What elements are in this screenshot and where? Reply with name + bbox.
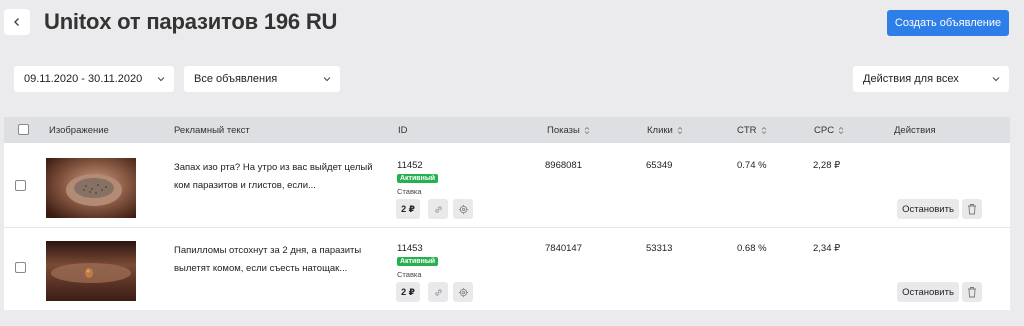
bulk-actions-select[interactable]: Действия для всех xyxy=(853,66,1009,92)
row-checkbox[interactable] xyxy=(15,262,26,273)
bid-label: Ставка xyxy=(397,187,422,196)
clicks-value: 65349 xyxy=(646,160,673,171)
page-title: Unitox от паразитов 196 RU xyxy=(44,9,338,34)
chevron-down-icon xyxy=(992,77,1000,82)
bid-value[interactable]: 2 ₽ xyxy=(396,282,420,302)
link-button[interactable] xyxy=(428,199,448,219)
ctr-value: 0.74 % xyxy=(737,160,767,171)
row-checkbox[interactable] xyxy=(15,180,26,191)
column-ctr-sort[interactable]: CTR xyxy=(737,125,767,136)
delete-button[interactable] xyxy=(962,199,982,219)
ctr-value: 0.68 % xyxy=(737,243,767,254)
chevron-down-icon xyxy=(157,77,165,82)
trash-icon xyxy=(968,287,976,298)
date-range-select[interactable]: 09.11.2020 - 30.11.2020 xyxy=(14,66,174,92)
column-impressions-sort[interactable]: Показы xyxy=(547,125,590,136)
ad-thumbnail xyxy=(46,241,136,301)
column-impressions-label: Показы xyxy=(547,125,580,136)
ads-filter-value: Все объявления xyxy=(194,73,278,85)
column-ad-text: Рекламный текст xyxy=(174,125,250,136)
date-range-value: 09.11.2020 - 30.11.2020 xyxy=(24,73,143,85)
ads-table: Изображение Рекламный текст ID Показы Кл… xyxy=(4,117,1010,310)
bid-label: Ставка xyxy=(397,270,422,279)
settings-button[interactable] xyxy=(453,199,473,219)
impressions-value: 7840147 xyxy=(545,243,582,254)
gear-icon xyxy=(458,287,468,297)
settings-button[interactable] xyxy=(453,282,473,302)
stop-button[interactable]: Остановить xyxy=(897,199,959,219)
column-cpc-label: CPC xyxy=(814,125,835,136)
back-button[interactable] xyxy=(4,9,30,35)
trash-icon xyxy=(968,204,976,215)
sort-icon xyxy=(584,126,590,135)
status-badge: Активный xyxy=(397,174,439,183)
bulk-actions-value: Действия для всех xyxy=(863,73,959,85)
sort-icon xyxy=(677,126,683,135)
sort-icon xyxy=(838,126,844,135)
chevron-left-icon xyxy=(14,18,19,26)
status-badge: Активный xyxy=(397,257,439,266)
delete-button[interactable] xyxy=(962,282,982,302)
column-cpc-sort[interactable]: CPC xyxy=(814,125,844,136)
chevron-down-icon xyxy=(323,77,331,82)
stop-button[interactable]: Остановить xyxy=(897,282,959,302)
create-ad-button[interactable]: Создать объявление xyxy=(887,10,1009,36)
cpc-value: 2,34 ₽ xyxy=(813,243,841,254)
ad-text: Папилломы отсохнут за 2 дня, а паразиты … xyxy=(174,245,362,274)
column-clicks-sort[interactable]: Клики xyxy=(647,125,683,136)
ad-id: 11452 xyxy=(397,160,423,171)
gear-icon xyxy=(458,204,468,214)
impressions-value: 8968081 xyxy=(545,160,582,171)
column-id: ID xyxy=(398,125,408,136)
column-ctr-label: CTR xyxy=(737,125,757,136)
ads-filter-select[interactable]: Все объявления xyxy=(184,66,340,92)
ad-image xyxy=(46,241,136,301)
table-header: Изображение Рекламный текст ID Показы Кл… xyxy=(4,117,1010,143)
bid-value[interactable]: 2 ₽ xyxy=(396,199,420,219)
clicks-value: 53313 xyxy=(646,243,673,254)
column-actions: Действия xyxy=(894,125,936,136)
table-row: Папилломы отсохнут за 2 дня, а паразиты … xyxy=(4,228,1010,310)
ad-text: Запах изо рта? На утро из вас выйдет цел… xyxy=(174,162,373,191)
column-clicks-label: Клики xyxy=(647,125,673,136)
select-all-checkbox[interactable] xyxy=(18,124,29,135)
sort-icon xyxy=(761,126,766,135)
ad-thumbnail xyxy=(46,158,136,218)
column-image: Изображение xyxy=(49,125,109,136)
link-icon xyxy=(434,205,442,213)
ad-image xyxy=(46,158,136,218)
table-row: Запах изо рта? На утро из вас выйдет цел… xyxy=(4,145,1010,227)
link-icon xyxy=(434,288,442,296)
ad-id: 11453 xyxy=(397,243,423,254)
link-button[interactable] xyxy=(428,282,448,302)
cpc-value: 2,28 ₽ xyxy=(813,160,841,171)
